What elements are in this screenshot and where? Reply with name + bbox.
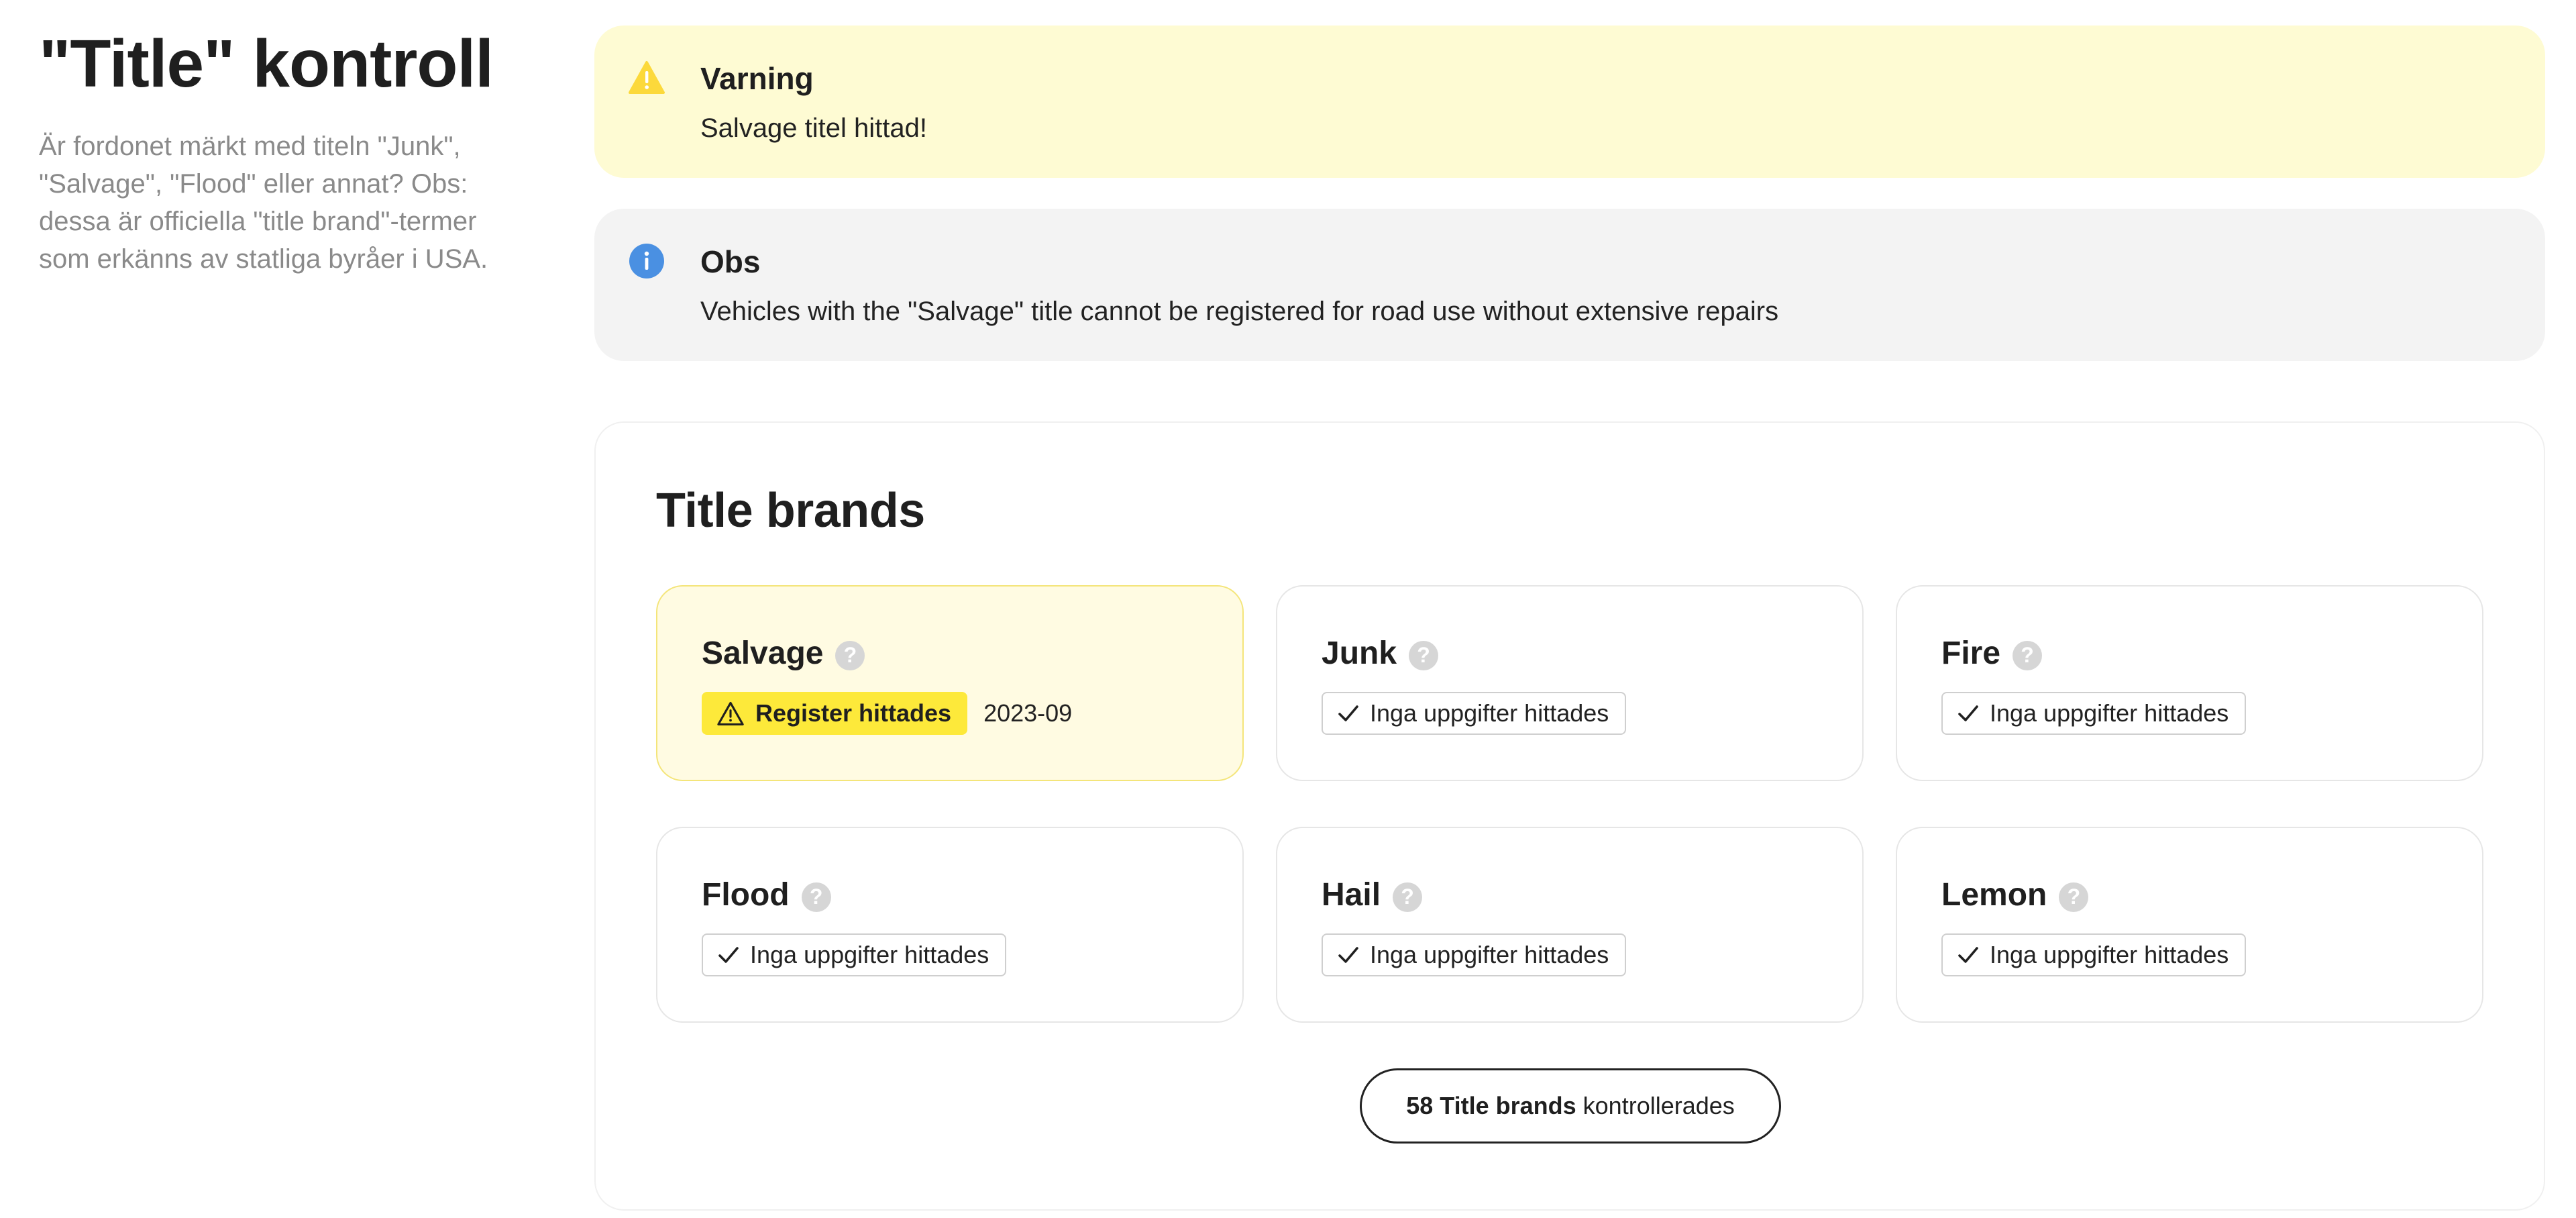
- left-column: "Title" kontroll Är fordonet märkt med t…: [39, 27, 522, 278]
- brand-card-lemon: Lemon ? Inga uppgifter hittades: [1896, 827, 2483, 1023]
- checked-suffix: kontrollerades: [1582, 1092, 1735, 1120]
- card-title: Title brands: [656, 484, 925, 538]
- status-badge-none: Inga uppgifter hittades: [1322, 692, 1627, 735]
- status-text: Inga uppgifter hittades: [1370, 941, 1609, 969]
- check-icon: [1958, 947, 1978, 964]
- warning-alert-title: Varning: [700, 61, 814, 96]
- page-description: Är fordonet märkt med titeln "Junk", "Sa…: [39, 132, 488, 274]
- brand-card-hail: Hail ? Inga uppgifter hittades: [1276, 827, 1864, 1023]
- checked-button-wrap: 58 Title brands kontrollerades: [656, 1068, 2485, 1144]
- status-text: Inga uppgifter hittades: [1990, 699, 2229, 727]
- help-icon[interactable]: ?: [2059, 882, 2089, 912]
- warning-alert-text: Salvage titel hittad!: [700, 113, 927, 144]
- title-brands-card: Title brands Salvage ? Register hittades…: [594, 421, 2545, 1211]
- check-icon: [1338, 705, 1358, 722]
- brand-card-salvage: Salvage ? Register hittades 2023-09: [656, 585, 1244, 782]
- help-icon[interactable]: ?: [835, 640, 865, 670]
- right-column: Varning Salvage titel hittad! Obs Vehicl…: [594, 26, 2545, 1211]
- warning-alert: Varning Salvage titel hittad!: [594, 26, 2545, 179]
- brand-name: Lemon: [1941, 877, 2047, 913]
- brand-card-flood: Flood ? Inga uppgifter hittades: [656, 827, 1244, 1023]
- checked-count: 58 Title brands: [1406, 1092, 1576, 1120]
- status-text: Inga uppgifter hittades: [1990, 941, 2229, 969]
- brand-card-junk: Junk ? Inga uppgifter hittades: [1276, 585, 1864, 782]
- brands-grid: Salvage ? Register hittades 2023-09 Junk…: [656, 585, 2485, 1023]
- brand-name: Flood: [702, 877, 790, 913]
- status-text: Inga uppgifter hittades: [750, 941, 989, 969]
- brand-name: Hail: [1322, 877, 1381, 913]
- brand-name: Junk: [1322, 636, 1397, 672]
- info-circle-icon: [627, 241, 667, 281]
- warning-outline-icon: [717, 702, 744, 726]
- info-alert-text: Vehicles with the "Salvage" title cannot…: [700, 297, 1779, 327]
- brand-name: Salvage: [702, 636, 824, 672]
- brands-checked-button[interactable]: 58 Title brands kontrollerades: [1360, 1068, 1781, 1144]
- info-alert: Obs Vehicles with the "Salvage" title ca…: [594, 209, 2545, 362]
- status-text: Inga uppgifter hittades: [1370, 699, 1609, 727]
- help-icon[interactable]: ?: [1393, 882, 1423, 912]
- check-icon: [718, 947, 739, 964]
- info-alert-title: Obs: [700, 244, 761, 280]
- check-icon: [1338, 947, 1358, 964]
- status-badge-none: Inga uppgifter hittades: [702, 933, 1007, 977]
- record-date: 2023-09: [983, 699, 1073, 727]
- help-icon[interactable]: ?: [1409, 640, 1439, 670]
- brand-card-fire: Fire ? Inga uppgifter hittades: [1896, 585, 2483, 782]
- status-badge-none: Inga uppgifter hittades: [1941, 933, 2247, 977]
- brand-name: Fire: [1941, 636, 2001, 672]
- status-badge-found: Register hittades: [702, 692, 968, 735]
- status-text: Register hittades: [755, 699, 952, 727]
- help-icon[interactable]: ?: [2012, 640, 2043, 670]
- status-badge-none: Inga uppgifter hittades: [1941, 692, 2247, 735]
- status-badge-none: Inga uppgifter hittades: [1322, 933, 1627, 977]
- warning-triangle-icon: [627, 58, 667, 98]
- page-title: "Title" kontroll: [39, 26, 494, 101]
- check-icon: [1958, 705, 1978, 722]
- help-icon[interactable]: ?: [801, 882, 831, 912]
- page: "Title" kontroll Är fordonet märkt med t…: [0, 0, 2576, 1218]
